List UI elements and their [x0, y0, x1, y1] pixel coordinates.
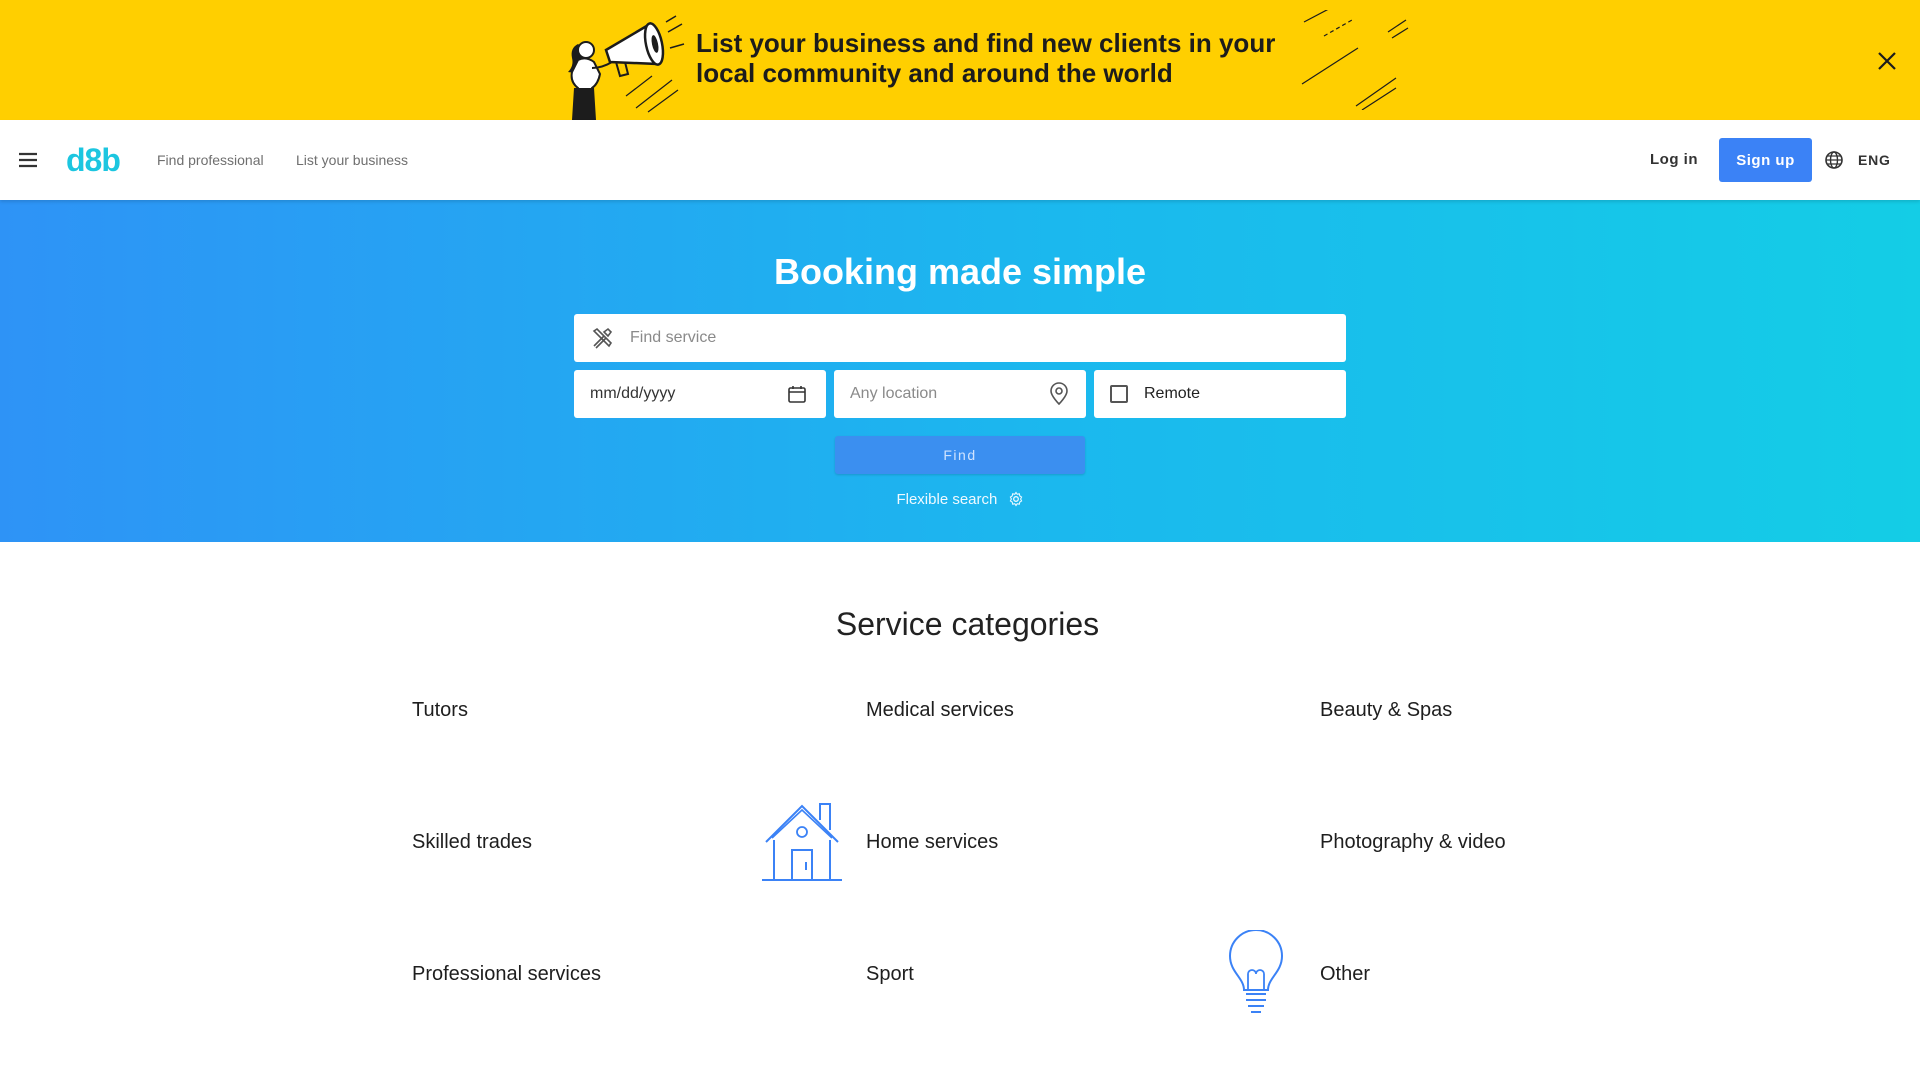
date-field[interactable]: mm/dd/yyyy: [574, 370, 826, 418]
remote-toggle[interactable]: Remote: [1094, 370, 1346, 418]
category-beauty-spas[interactable]: Beauty & Spas: [1320, 698, 1452, 722]
top-navigation: d8b Find professional List your business…: [0, 120, 1920, 200]
logo[interactable]: d8b: [66, 140, 121, 180]
service-input[interactable]: [630, 314, 1330, 362]
category-professional-services[interactable]: Professional services: [412, 962, 601, 986]
login-button[interactable]: Log in: [1650, 150, 1698, 170]
find-button[interactable]: Find: [835, 436, 1085, 474]
flexible-search-label: Flexible search: [896, 491, 998, 508]
remote-label: Remote: [1144, 385, 1201, 402]
nav-find-professional[interactable]: Find professional: [157, 151, 264, 169]
category-medical-services[interactable]: Medical services: [866, 698, 1014, 722]
tools-icon: [592, 327, 613, 349]
hero-title: Booking made simple: [773, 251, 1147, 292]
category-home-services[interactable]: Home services: [866, 830, 998, 854]
hamburger-menu-icon[interactable]: [14, 146, 42, 174]
date-input[interactable]: mm/dd/yyyy: [590, 385, 675, 403]
category-skilled-trades[interactable]: Skilled trades: [412, 830, 532, 854]
location-input[interactable]: [850, 370, 1040, 418]
categories-title: Service categories: [835, 606, 1100, 642]
flexible-search-link[interactable]: Flexible search: [0, 490, 1920, 510]
category-photography-video[interactable]: Photography & video: [1320, 830, 1506, 854]
language-selector[interactable]: ENG: [1858, 151, 1891, 169]
megaphone-woman-illustration: [568, 15, 685, 120]
gear-icon: [1009, 491, 1022, 507]
location-pin-icon: [1050, 382, 1068, 406]
close-icon[interactable]: [1872, 46, 1902, 76]
category-sport[interactable]: Sport: [866, 962, 914, 986]
signup-button[interactable]: Sign up: [1719, 138, 1812, 182]
decorative-lines: [1301, 10, 1409, 110]
nav-list-your-business[interactable]: List your business: [296, 151, 408, 169]
globe-icon[interactable]: [1823, 149, 1845, 171]
remote-checkbox[interactable]: [1110, 385, 1128, 403]
lightbulb-icon: [1228, 930, 1284, 1013]
promo-text: List your business and find new clients …: [696, 28, 1276, 88]
location-field[interactable]: [834, 370, 1086, 418]
category-tutors[interactable]: Tutors: [412, 698, 468, 722]
house-icon: [762, 803, 842, 881]
hero-search: Booking made simple mm/dd/yyyy Remote Fi…: [0, 200, 1920, 542]
service-search-field[interactable]: [574, 314, 1346, 362]
category-other[interactable]: Other: [1320, 962, 1370, 986]
promo-banner: List your business and find new clients …: [0, 0, 1920, 120]
calendar-icon[interactable]: [787, 384, 807, 404]
